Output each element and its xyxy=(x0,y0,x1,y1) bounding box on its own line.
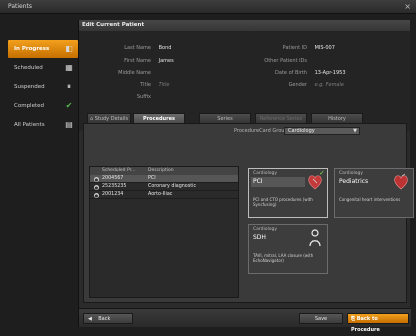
sidebar-item-label: Completed xyxy=(14,103,44,109)
tab-reference-series[interactable]: Reference Series xyxy=(255,113,307,123)
sidebar-item-suspended[interactable]: Suspended ⏸ xyxy=(8,78,78,96)
edit-patient-panel: Edit Current Patient Last Name Bond Firs… xyxy=(78,20,414,333)
gender-field[interactable]: e.g. Female xyxy=(315,82,344,88)
list-icon: ▤ xyxy=(65,120,73,129)
suffix-label: Suffix xyxy=(136,94,151,100)
sidebar-item-scheduled[interactable]: Scheduled ▦ xyxy=(8,59,78,77)
procedure-group-label: ProcedureCard Group xyxy=(234,128,288,134)
title-row: Title Title xyxy=(89,82,169,88)
back-button[interactable]: ◀ Back xyxy=(83,313,133,324)
procedure-status-icon: ● xyxy=(94,184,99,190)
close-icon[interactable]: × xyxy=(404,2,411,11)
back-label: Back xyxy=(98,316,111,322)
card-name: PCI xyxy=(251,177,305,187)
calendar-icon: ▦ xyxy=(65,63,73,72)
table-cell-description: PCI xyxy=(148,176,156,181)
window-titlebar: Patients × xyxy=(0,0,416,14)
sidebar-item-in-progress[interactable]: In Progress ◧ xyxy=(8,40,78,58)
panel-title: Edit Current Patient xyxy=(79,20,410,31)
window-title: Patients xyxy=(8,3,33,10)
procedure-group-row: ProcedureCard Group Cardiology ▼ xyxy=(234,127,360,135)
column-header[interactable]: Scheduled Pr... xyxy=(102,168,135,173)
card-description: TAVI, mitral, LAA closure (with EchoNavi… xyxy=(253,253,314,263)
sidebar: In Progress ◧ Scheduled ▦ Suspended ⏸ Co… xyxy=(8,40,78,129)
dob-row: Date of Birth 13-Apr-1953 xyxy=(229,70,346,76)
patient-id-field[interactable]: MIS-007 xyxy=(315,45,335,51)
title-field[interactable]: Title xyxy=(159,82,170,88)
sidebar-item-completed[interactable]: Completed ✔ xyxy=(8,97,78,115)
first-name-row: First Name James xyxy=(89,58,174,64)
dob-label: Date of Birth xyxy=(275,70,307,76)
sidebar-item-label: Suspended xyxy=(14,84,45,90)
procedure-status-icon: ● xyxy=(94,176,99,182)
action-bar: ◀ Back Save ⎘ Back to Procedure xyxy=(79,308,411,333)
card-category: Cardiology xyxy=(253,171,278,176)
tab-series[interactable]: Series xyxy=(199,113,251,123)
table-cell-description: Aorto-Iliac xyxy=(148,192,173,197)
back-to-procedure-button[interactable]: ⎘ Back to Procedure xyxy=(347,313,409,333)
procedure-card-sdh[interactable]: Cardiology SDH TAVI, mitral, LAA closure… xyxy=(248,224,328,274)
column-header[interactable]: Description xyxy=(148,168,174,173)
table-cell-id: 2001234 xyxy=(102,192,124,197)
first-name-field[interactable]: James xyxy=(159,58,174,64)
table-header: Scheduled Pr... Description xyxy=(90,167,238,175)
middle-name-label: Middle Name xyxy=(118,70,151,76)
last-name-label: Last Name xyxy=(124,45,151,51)
procedure-group-select[interactable]: Cardiology ▼ xyxy=(284,127,360,135)
other-ids-row: Other Patient IDs xyxy=(229,58,315,64)
scheduled-procedures-table: Scheduled Pr... Description ● 2004567 PC… xyxy=(89,166,239,298)
procedure-card-pci[interactable]: Cardiology ✓ PCI PCI and CTO procedures … xyxy=(248,168,328,218)
check-icon: ✔ xyxy=(65,101,73,110)
suffix-row: Suffix xyxy=(89,94,159,100)
table-cell-id: 25235235 xyxy=(102,184,127,189)
procedure-status-icon: ● xyxy=(94,192,99,198)
card-category: Cardiology xyxy=(339,171,364,176)
tab-history[interactable]: History xyxy=(311,113,363,123)
clipboard-icon: ◧ xyxy=(65,44,73,53)
table-row[interactable]: ● 2004567 PCI xyxy=(90,175,238,183)
save-button[interactable]: Save xyxy=(299,313,343,324)
sidebar-item-label: Scheduled xyxy=(14,65,43,71)
card-name: Pediatrics xyxy=(339,178,369,185)
chevron-down-icon: ▼ xyxy=(353,128,357,134)
person-icon xyxy=(309,229,321,247)
tab-label: Study Details xyxy=(94,116,129,122)
last-name-row: Last Name Bond xyxy=(89,45,171,51)
table-row[interactable]: ● 25235235 Coronary diagnostic xyxy=(90,183,238,191)
patient-id-row: Patient ID MIS-007 xyxy=(229,45,335,51)
procedures-tab-content: ProcedureCard Group Cardiology ▼ Schedul… xyxy=(83,123,414,303)
gender-label: Gender xyxy=(288,82,307,88)
tab-procedures[interactable]: Procedures xyxy=(133,113,185,123)
card-name: SDH xyxy=(253,234,266,241)
sidebar-item-label: In Progress xyxy=(14,46,50,52)
sidebar-item-all-patients[interactable]: All Patients ▤ xyxy=(8,116,78,134)
table-cell-id: 2004567 xyxy=(102,176,124,181)
dob-field[interactable]: 13-Apr-1953 xyxy=(315,70,346,76)
procedure-group-value: Cardiology xyxy=(288,128,315,134)
gender-row: Gender e.g. Female xyxy=(229,82,344,88)
title-label: Title xyxy=(140,82,151,88)
last-name-field[interactable]: Bond xyxy=(159,45,172,51)
middle-name-row: Middle Name xyxy=(89,70,159,76)
card-description: PCI and CTO procedures (with Syncfusing) xyxy=(253,197,313,207)
card-description: Congenital heart interventions xyxy=(339,197,401,202)
heart-icon xyxy=(308,175,322,190)
other-ids-label: Other Patient IDs xyxy=(264,58,307,64)
procedure-card-pediatrics[interactable]: Cardiology Pediatrics Congenital heart i… xyxy=(334,168,414,218)
sidebar-item-label: All Patients xyxy=(14,122,45,128)
first-name-label: First Name xyxy=(124,58,151,64)
table-cell-description: Coronary diagnostic xyxy=(148,184,197,189)
pause-icon: ⏸ xyxy=(67,82,71,91)
card-category: Cardiology xyxy=(253,227,278,232)
patient-id-label: Patient ID xyxy=(282,45,307,51)
heart-icon xyxy=(394,173,408,190)
tab-study-details[interactable]: ⌂ Study Details xyxy=(87,113,131,123)
chevron-left-icon: ◀ xyxy=(88,316,99,322)
table-row[interactable]: ● 2001234 Aorto-Iliac xyxy=(90,191,238,199)
